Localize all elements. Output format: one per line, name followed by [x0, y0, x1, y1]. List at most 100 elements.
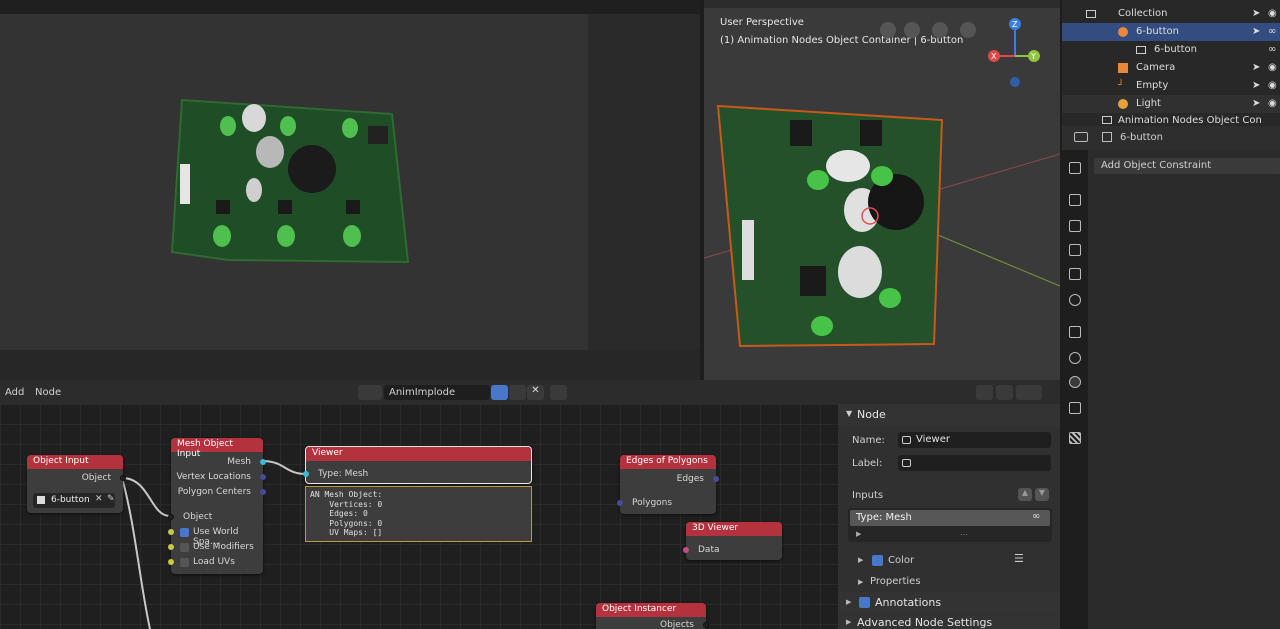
node-title: 3D Viewer — [686, 522, 782, 536]
vertex-locations-output-socket[interactable] — [260, 474, 266, 480]
viewer-input-socket[interactable] — [303, 471, 309, 477]
close-icon[interactable]: ✕ — [527, 385, 544, 400]
move-down-icon[interactable]: ▼ — [1035, 488, 1049, 501]
texture-tab-icon[interactable] — [1069, 432, 1081, 444]
expand-arrow-icon[interactable]: ▶ — [856, 530, 861, 538]
select-pointer-icon[interactable]: ➤ — [1252, 98, 1260, 109]
advanced-settings-section-header[interactable]: ▶ Advanced Node Settings — [838, 615, 1060, 629]
add-menu[interactable]: Add — [5, 387, 24, 398]
polygon-centers-output-socket[interactable] — [260, 489, 266, 495]
mesh-output-socket[interactable] — [260, 459, 266, 465]
polygons-input-socket[interactable] — [617, 500, 623, 506]
select-pointer-icon[interactable]: ➤ — [1252, 62, 1260, 73]
link-icon[interactable]: ∞ — [1032, 511, 1040, 522]
mesh-object-input-node[interactable]: Mesh Object Input Mesh Vertex Locations … — [168, 438, 266, 574]
inputs-list[interactable]: Type: Mesh ∞ ▶ ⋯ — [848, 508, 1052, 542]
eye-icon[interactable]: ◉ — [1268, 8, 1277, 19]
load-uvs-socket[interactable] — [168, 559, 174, 565]
eye-icon[interactable]: ◉ — [1268, 80, 1277, 91]
move-up-icon[interactable]: ▲ — [1018, 488, 1032, 501]
world-tab-icon[interactable] — [1069, 294, 1081, 306]
camera-view-icon[interactable] — [904, 22, 920, 38]
use-world-space-checkbox[interactable] — [180, 528, 189, 537]
parent-tree-icon[interactable] — [976, 385, 993, 400]
resize-handle-icon[interactable]: ⋯ — [960, 530, 968, 539]
use-modifiers-socket[interactable] — [168, 544, 174, 550]
outliner-item-animation-nodes[interactable]: Animation Nodes Object Con — [1062, 113, 1280, 126]
collapse-arrow-icon[interactable]: ▼ — [846, 409, 852, 418]
node-menu[interactable]: Node — [35, 387, 61, 398]
outliner-panel[interactable]: Collection ➤ ◉ 6-button ➤ ∞ 6-button ∞ C… — [1062, 0, 1280, 126]
outliner-item-collection[interactable]: Collection ➤ ◉ — [1062, 5, 1280, 23]
data-input-socket[interactable] — [683, 547, 689, 553]
eye-icon[interactable]: ◉ — [1268, 98, 1277, 109]
outliner-item-6-button-mesh[interactable]: 6-button ∞ — [1062, 41, 1280, 59]
link-icon[interactable]: ∞ — [1268, 44, 1276, 55]
edges-of-polygons-node[interactable]: Edges of Polygons Edges Polygons — [617, 455, 719, 514]
node-section-header[interactable]: ▼ Node — [838, 404, 1060, 426]
render-tab-icon[interactable] — [1069, 194, 1081, 206]
viewer-node[interactable]: Viewer Type: Mesh — [303, 446, 532, 484]
z-axis-label: Z — [1012, 20, 1018, 29]
node-editor-canvas[interactable]: Object Input Object 6-button ✕ ✎ Mesh Ob… — [0, 404, 838, 629]
expand-arrow-icon[interactable]: ▶ — [858, 556, 863, 564]
use-world-space-socket[interactable] — [168, 529, 174, 535]
inputs-list-item[interactable]: Type: Mesh — [850, 510, 1050, 526]
tool-tab-icon[interactable] — [1069, 162, 1081, 174]
outliner-item-6-button[interactable]: 6-button ➤ ∞ — [1062, 23, 1280, 41]
physics-tab-icon[interactable] — [1069, 352, 1081, 364]
duplicate-icon[interactable] — [509, 385, 526, 400]
select-pointer-icon[interactable]: ➤ — [1252, 26, 1260, 37]
outliner-item-light[interactable]: Light ➤ ◉ — [1062, 95, 1280, 113]
constraints-tab-icon[interactable] — [1069, 376, 1081, 388]
object-output-socket[interactable] — [120, 475, 126, 481]
node-name-field[interactable]: Viewer — [898, 432, 1051, 448]
editor-type-icon[interactable] — [1074, 132, 1088, 142]
snap-target-icon[interactable] — [1016, 385, 1042, 400]
properties-panel[interactable]: 6-button Add Object Constraint — [1062, 126, 1280, 629]
fake-user-icon[interactable] — [491, 385, 508, 400]
node-sidebar-panel[interactable]: ▼ Node Name: Viewer Label: Inputs ▲ ▼ Ty… — [838, 404, 1060, 629]
data-tab-icon[interactable] — [1069, 402, 1081, 414]
link-icon[interactable]: ∞ — [1268, 26, 1276, 37]
node-label-field[interactable] — [898, 455, 1051, 471]
output-tab-icon[interactable] — [1069, 220, 1081, 232]
expand-arrow-icon[interactable]: ▶ — [846, 598, 851, 606]
eyedropper-icon[interactable]: ✎ — [107, 494, 115, 504]
grid-view-icon[interactable] — [880, 22, 896, 38]
expand-arrow-icon[interactable]: ▶ — [846, 618, 851, 626]
object-input-socket[interactable] — [168, 514, 174, 520]
color-checkbox[interactable] — [872, 555, 883, 566]
annotations-section-header[interactable]: ▶ Annotations — [838, 592, 1060, 614]
pin-icon[interactable] — [550, 385, 567, 400]
edges-output-socket[interactable] — [713, 476, 719, 482]
load-uvs-checkbox[interactable] — [180, 558, 189, 567]
3d-viewport[interactable]: User Perspective (1) Animation Nodes Obj… — [704, 0, 1060, 380]
object-instancer-node[interactable]: Object Instancer Objects — [596, 603, 709, 629]
snap-icon[interactable] — [996, 385, 1013, 400]
outliner-item-empty[interactable]: ┘ Empty ➤ ◉ — [1062, 77, 1280, 95]
select-pointer-icon[interactable]: ➤ — [1252, 80, 1260, 91]
objects-output-socket[interactable] — [703, 622, 709, 628]
view-layer-tab-icon[interactable] — [1069, 244, 1081, 256]
properties-tabs[interactable] — [1062, 150, 1088, 629]
object-picker-field[interactable]: 6-button ✕ ✎ — [33, 493, 115, 508]
annotations-checkbox[interactable] — [859, 597, 870, 608]
object-input-node[interactable]: Object Input Object 6-button ✕ ✎ — [27, 455, 126, 513]
clear-icon[interactable]: ✕ — [95, 494, 103, 504]
navigation-gizmo[interactable]: Z X Y — [984, 14, 1054, 94]
list-icon[interactable]: ☰ — [1014, 552, 1024, 565]
object-tab-icon[interactable] — [1069, 326, 1081, 338]
select-pointer-icon[interactable]: ➤ — [1252, 8, 1260, 19]
pan-hand-icon[interactable] — [932, 22, 948, 38]
zoom-icon[interactable] — [960, 22, 976, 38]
node-tree-browse-icon[interactable] — [358, 385, 382, 400]
outliner-item-camera[interactable]: Camera ➤ ◉ — [1062, 59, 1280, 77]
expand-arrow-icon[interactable]: ▶ — [858, 578, 863, 586]
3d-viewer-node[interactable]: 3D Viewer Data — [683, 522, 782, 560]
use-modifiers-checkbox[interactable] — [180, 543, 189, 552]
node-tree-name-field[interactable]: AnimImplode — [384, 385, 490, 400]
scene-tab-icon[interactable] — [1069, 268, 1081, 280]
eye-icon[interactable]: ◉ — [1268, 62, 1277, 73]
add-object-constraint-button[interactable]: Add Object Constraint — [1094, 158, 1280, 174]
